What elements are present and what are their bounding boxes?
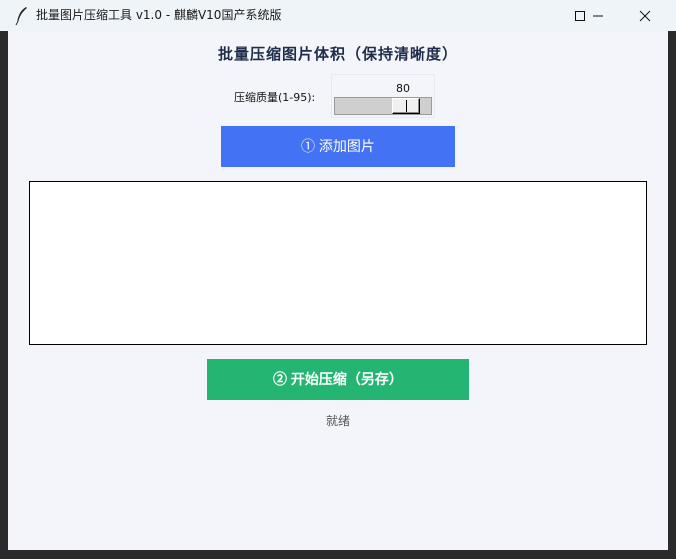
start-compress-button[interactable]: ② 开始压缩（另存） — [207, 359, 469, 400]
app-window: 批量图片压缩工具 v1.0 - 麒麟V10国产系统版 批量压缩图片体积（保持清晰… — [0, 0, 676, 559]
page-title: 批量压缩图片体积（保持清晰度） — [217, 45, 458, 63]
feather-icon — [15, 7, 27, 26]
main-panel: 批量压缩图片体积（保持清晰度） 压缩质量(1-95): 80 ① 添加图片 ② … — [8, 31, 668, 550]
maximize-button[interactable] — [575, 0, 621, 31]
quality-slider-handle[interactable] — [392, 98, 420, 114]
quality-trough[interactable] — [334, 97, 432, 115]
add-images-button[interactable]: ① 添加图片 — [221, 126, 455, 167]
quality-scale[interactable]: 80 — [331, 74, 435, 118]
close-icon — [639, 10, 651, 22]
status-text: 就绪 — [325, 414, 350, 428]
maximize-icon — [575, 11, 585, 21]
quality-value: 80 — [396, 82, 410, 95]
window-title: 批量图片压缩工具 v1.0 - 麒麟V10国产系统版 — [36, 8, 282, 22]
file-list[interactable] — [29, 181, 647, 345]
quality-label: 压缩质量(1-95): — [234, 91, 316, 104]
close-button[interactable] — [621, 0, 667, 31]
